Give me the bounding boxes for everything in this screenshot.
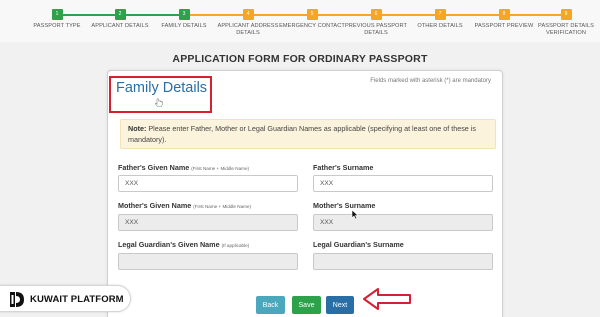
step-label: PASSPORT DETAILS VERIFICATION xyxy=(538,23,594,36)
next-button[interactable]: Next xyxy=(326,296,354,314)
step-number-box: 7 xyxy=(434,9,446,20)
step-number-box: 3 xyxy=(178,9,190,20)
back-button[interactable]: Back xyxy=(256,296,285,314)
step-label: APPLICANT DETAILS xyxy=(91,23,149,29)
mother-given-name-input[interactable] xyxy=(118,214,298,231)
father-surname-label: Father's Surname xyxy=(313,163,373,172)
kuwait-platform-badge: KUWAIT PLATFORM xyxy=(0,285,131,312)
mother-surname-input[interactable] xyxy=(313,214,493,231)
field-label-text: Legal Guardian's Given Name xyxy=(118,240,220,249)
step-label: OTHER DETAILS xyxy=(417,23,463,29)
step-label: EMERGENCY CONTACT xyxy=(279,23,345,29)
step-number-box: 2 xyxy=(114,9,126,20)
note-label: Note: xyxy=(128,124,147,133)
section-title: Family Details xyxy=(116,80,208,96)
guardian-surname-input[interactable] xyxy=(313,253,493,270)
field-hint: (If applicable) xyxy=(221,243,250,248)
family-details-card: Family Details Fields marked with asteri… xyxy=(107,70,503,317)
step-passport-type[interactable]: 1 PASSPORT TYPE xyxy=(22,9,92,30)
step-label: PREVIOUS PASSPORT DETAILS xyxy=(344,23,408,36)
step-applicant-address-details[interactable]: 4 APPLICANT ADDRESS DETAILS xyxy=(213,9,283,37)
father-given-name-input[interactable] xyxy=(118,175,298,192)
step-label: FAMILY DETAILS xyxy=(161,23,207,29)
step-number-box: 4 xyxy=(242,9,254,20)
mother-surname-label: Mother's Surname xyxy=(313,201,375,210)
step-emergency-contact[interactable]: 5 EMERGENCY CONTACT xyxy=(277,9,347,30)
father-given-name-label: Father's Given Name (First Name + Middle… xyxy=(118,163,249,172)
step-label: APPLICANT ADDRESS DETAILS xyxy=(217,23,279,36)
field-hint: (First Name + Middle Name) xyxy=(191,166,250,171)
step-label: PASSPORT TYPE xyxy=(33,23,81,29)
page-title: APPLICATION FORM FOR ORDINARY PASSPORT xyxy=(172,53,428,65)
guardian-given-name-label: Legal Guardian's Given Name (If applicab… xyxy=(118,240,249,249)
step-number-box: 9 xyxy=(560,9,572,20)
step-passport-preview[interactable]: 8 PASSPORT PREVIEW xyxy=(469,9,539,30)
guardian-surname-label: Legal Guardian's Surname xyxy=(313,240,404,249)
step-previous-passport-details[interactable]: 6 PREVIOUS PASSPORT DETAILS xyxy=(341,9,411,37)
note-text: Please enter Father, Mother or Legal Gua… xyxy=(128,124,476,144)
kuwait-platform-text: KUWAIT PLATFORM xyxy=(30,294,124,305)
note-box: Note: Please enter Father, Mother or Leg… xyxy=(120,119,496,149)
field-label-text: Father's Surname xyxy=(313,163,374,172)
guardian-given-name-input[interactable] xyxy=(118,253,298,270)
step-other-details[interactable]: 7 OTHER DETAILS xyxy=(405,9,475,30)
field-hint: (First Name + Middle Name) xyxy=(193,204,252,209)
mother-given-name-label: Mother's Given Name (First Name + Middle… xyxy=(118,201,251,210)
step-label: PASSPORT PREVIEW xyxy=(474,23,534,29)
step-passport-details-verification[interactable]: 9 PASSPORT DETAILS VERIFICATION xyxy=(531,9,600,37)
father-surname-input[interactable] xyxy=(313,175,493,192)
save-button[interactable]: Save xyxy=(292,296,321,314)
red-arrow-icon xyxy=(363,288,411,310)
mandatory-fields-note: Fields marked with asterisk (*) are mand… xyxy=(370,78,491,84)
field-label-text: Mother's Given Name xyxy=(118,201,192,210)
field-label-text: Legal Guardian's Surname xyxy=(313,240,404,249)
kuwait-platform-logo-icon xyxy=(10,292,24,307)
field-label-text: Father's Given Name xyxy=(118,163,190,172)
field-label-text: Mother's Surname xyxy=(313,201,376,210)
step-number-box: 1 xyxy=(51,9,63,20)
step-number-box: 5 xyxy=(306,9,318,20)
mouse-pointer-icon xyxy=(351,209,359,220)
step-number-box: 8 xyxy=(498,9,510,20)
hand-cursor-icon xyxy=(155,98,163,107)
step-applicant-details[interactable]: 2 APPLICANT DETAILS xyxy=(85,9,155,30)
step-family-details[interactable]: 3 FAMILY DETAILS xyxy=(149,9,219,30)
progress-stepper: 1 PASSPORT TYPE 2 APPLICANT DETAILS 3 FA… xyxy=(0,0,600,42)
step-number-box: 6 xyxy=(370,9,382,20)
